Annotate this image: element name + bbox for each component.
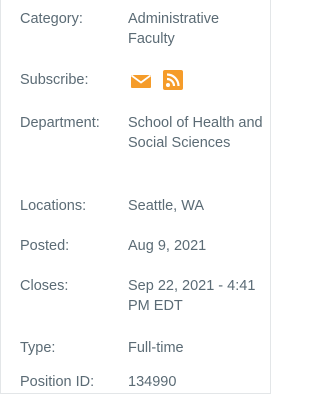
closes-value: Sep 22, 2021 - 4:41 PM EDT	[128, 278, 256, 314]
closes-label: Closes:	[20, 278, 69, 294]
locations-row: Locations: Seattle, WA	[20, 196, 265, 216]
category-label: Category:	[20, 11, 83, 27]
locations-label: Locations:	[20, 198, 87, 214]
job-details-panel: Category: Administrative Faculty Subscri…	[0, 0, 271, 394]
posted-value: Aug 9, 2021	[128, 238, 207, 254]
posted-row: Posted: Aug 9, 2021	[20, 236, 265, 256]
locations-value: Seattle, WA	[128, 198, 205, 214]
subscribe-icons	[128, 70, 265, 90]
email-icon[interactable]	[131, 70, 151, 90]
department-label: Department:	[20, 115, 100, 131]
department-value: School of Health and Social Sciences	[128, 115, 263, 151]
posted-label: Posted:	[20, 238, 70, 254]
position-id-label: Position ID:	[20, 374, 95, 390]
type-row: Type: Full-time	[20, 338, 265, 358]
type-value: Full-time	[128, 340, 184, 356]
position-id-value: 134990	[128, 374, 177, 390]
subscribe-label: Subscribe:	[20, 72, 89, 88]
subscribe-row: Subscribe:	[20, 70, 265, 90]
type-label: Type:	[20, 340, 56, 356]
position-id-row: Position ID: 134990	[20, 372, 265, 392]
department-row: Department: School of Health and Social …	[20, 113, 265, 153]
category-value: Administrative Faculty	[128, 11, 220, 47]
closes-row: Closes: Sep 22, 2021 - 4:41 PM EDT	[20, 276, 265, 316]
rss-icon[interactable]	[163, 70, 183, 90]
category-row: Category: Administrative Faculty	[20, 9, 265, 49]
